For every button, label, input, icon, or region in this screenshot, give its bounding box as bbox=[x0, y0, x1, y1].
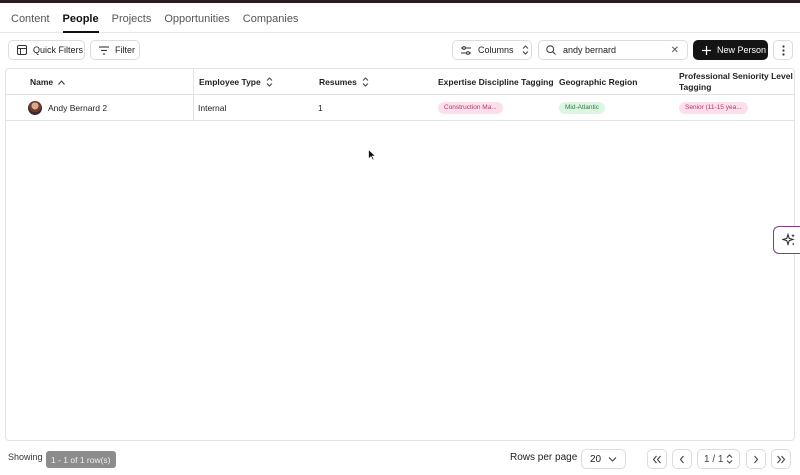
sort-toggle-icon bbox=[362, 77, 369, 87]
chevron-up-down-icon bbox=[522, 45, 528, 55]
avatar bbox=[28, 100, 42, 115]
tab-content[interactable]: Content bbox=[11, 3, 50, 33]
person-name: Andy Bernard 2 bbox=[48, 102, 108, 113]
chevron-down-icon bbox=[608, 457, 617, 462]
cell-employee-type: Internal bbox=[198, 102, 227, 113]
last-page-button[interactable] bbox=[771, 449, 791, 469]
chevron-left-icon bbox=[679, 455, 684, 463]
cell-region: Mid-Atlantic bbox=[559, 95, 605, 120]
rows-per-page-value: 20 bbox=[590, 453, 602, 465]
clear-search-icon[interactable]: ✕ bbox=[671, 45, 679, 56]
chevrons-right-icon bbox=[777, 455, 786, 463]
rows-per-page-select[interactable]: 20 bbox=[581, 449, 626, 469]
column-header-employee-type-label: Employee Type bbox=[199, 77, 261, 87]
column-header-seniority[interactable]: Professional Seniority Level Tagging bbox=[679, 69, 793, 95]
columns-label: Columns bbox=[478, 45, 514, 55]
new-person-label: New Person bbox=[717, 45, 767, 55]
tab-projects[interactable]: Projects bbox=[112, 3, 152, 33]
row-count-tooltip: 1 - 1 of 1 row(s) bbox=[46, 451, 116, 468]
next-page-button[interactable] bbox=[746, 449, 766, 469]
ai-assistant-button[interactable] bbox=[773, 226, 800, 254]
sliders-icon bbox=[461, 45, 471, 55]
previous-page-button[interactable] bbox=[672, 449, 692, 469]
vertical-dots-icon bbox=[781, 44, 785, 56]
column-header-resumes[interactable]: Resumes bbox=[319, 69, 369, 95]
tab-opportunities[interactable]: Opportunities bbox=[164, 3, 229, 33]
page-indicator: 1 / 1 bbox=[704, 453, 724, 465]
expertise-tag: Construction Ma... bbox=[438, 101, 503, 114]
column-header-seniority-line1: Professional Seniority Level bbox=[679, 71, 793, 81]
search-input[interactable] bbox=[563, 45, 663, 55]
column-header-seniority-line2: Tagging bbox=[679, 82, 712, 92]
chevron-right-icon bbox=[754, 455, 759, 463]
region-tag: Mid-Atlantic bbox=[559, 101, 605, 114]
chevron-up-down-icon bbox=[726, 454, 733, 464]
sparkles-icon bbox=[781, 233, 795, 247]
tab-companies[interactable]: Companies bbox=[243, 3, 299, 33]
cell-seniority: Senior (11-15 yea... bbox=[679, 95, 748, 120]
new-person-button[interactable]: New Person bbox=[693, 40, 768, 60]
more-options-button[interactable] bbox=[773, 40, 793, 60]
quick-filters-button[interactable]: Quick Filters bbox=[8, 40, 85, 60]
table-header: Name Employee Type Resumes Expertise Dis… bbox=[6, 69, 794, 95]
cell-expertise: Construction Ma... bbox=[438, 95, 503, 120]
table-row[interactable]: Andy Bernard 2 Internal 1 Construction M… bbox=[6, 95, 794, 121]
search-icon bbox=[546, 45, 556, 55]
quick-filters-label: Quick Filters bbox=[33, 45, 84, 55]
rows-per-page-label: Rows per page bbox=[510, 452, 578, 463]
column-header-resumes-label: Resumes bbox=[319, 77, 357, 87]
column-header-employee-type[interactable]: Employee Type bbox=[199, 69, 273, 95]
people-table: Name Employee Type Resumes Expertise Dis… bbox=[5, 68, 795, 441]
columns-button[interactable]: Columns bbox=[452, 40, 532, 60]
cell-name[interactable]: Andy Bernard 2 bbox=[28, 95, 107, 120]
seniority-tag: Senior (11-15 yea... bbox=[679, 101, 748, 114]
first-page-button[interactable] bbox=[647, 449, 667, 469]
column-header-expertise[interactable]: Expertise Discipline Tagging bbox=[438, 69, 554, 95]
filter-button[interactable]: Filter bbox=[90, 40, 140, 60]
filter-label: Filter bbox=[115, 45, 135, 55]
filter-lines-icon bbox=[99, 45, 109, 55]
showing-count: Showing bbox=[8, 452, 43, 462]
sort-ascending-icon bbox=[58, 79, 66, 85]
column-header-region[interactable]: Geographic Region bbox=[559, 69, 637, 95]
chevrons-left-icon bbox=[652, 455, 661, 463]
cell-resumes: 1 bbox=[318, 102, 323, 113]
sort-toggle-icon bbox=[266, 77, 273, 87]
tab-people[interactable]: People bbox=[62, 3, 99, 33]
column-header-name[interactable]: Name bbox=[30, 69, 66, 95]
column-header-name-label: Name bbox=[30, 77, 54, 87]
mouse-cursor-icon bbox=[368, 149, 376, 161]
plus-icon bbox=[702, 45, 711, 55]
table-layout-icon bbox=[17, 45, 27, 55]
section-tabs: Content People Projects Opportunities Co… bbox=[0, 3, 800, 33]
search-box: ✕ bbox=[538, 40, 688, 60]
page-selector[interactable]: 1 / 1 bbox=[697, 449, 740, 469]
